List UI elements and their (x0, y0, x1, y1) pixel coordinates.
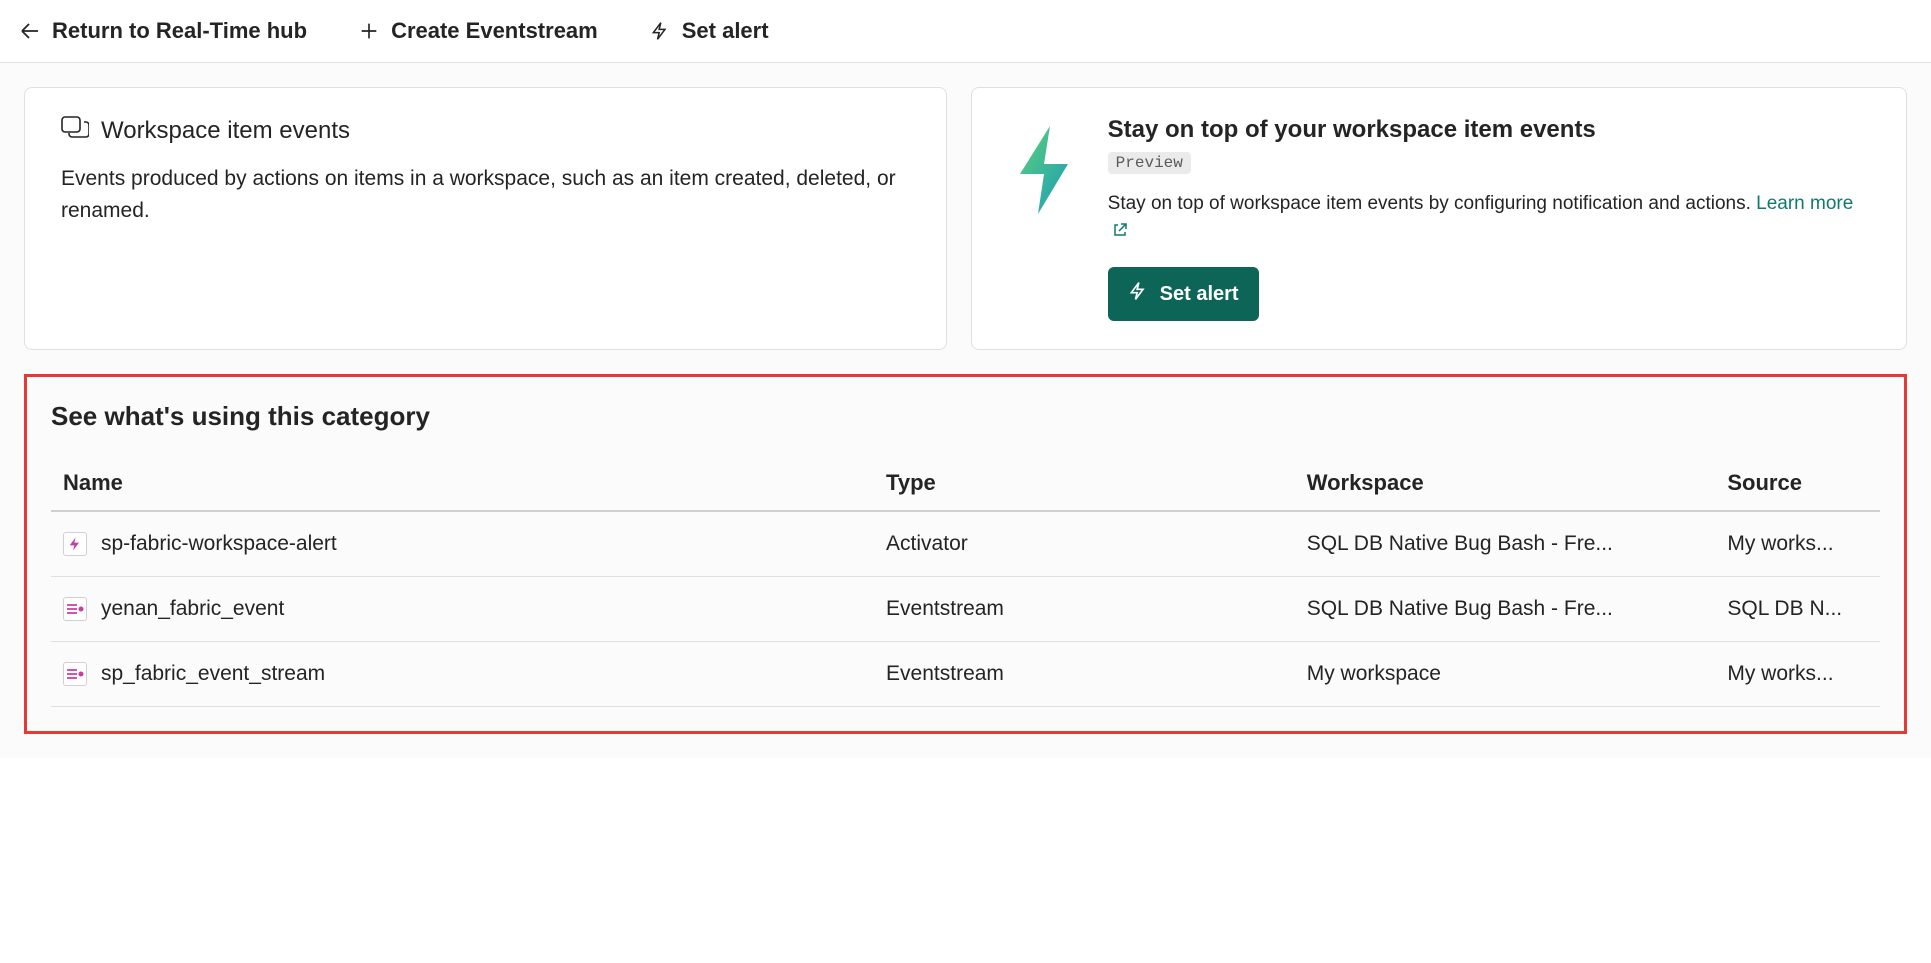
toolbar: Return to Real-Time hub Create Eventstre… (0, 0, 1931, 63)
create-eventstream-button[interactable]: Create Eventstream (347, 10, 608, 52)
return-label: Return to Real-Time hub (52, 18, 307, 44)
activator-icon (63, 532, 87, 556)
bolt-icon (648, 19, 672, 43)
card-title-row: Workspace item events (61, 116, 910, 145)
row-name: sp_fabric_event_stream (101, 662, 325, 686)
plus-icon (357, 19, 381, 43)
table-header-row: Name Type Workspace Source (51, 456, 1880, 511)
external-link-icon (1112, 219, 1128, 248)
cards-row: Workspace item events Events produced by… (24, 87, 1907, 350)
row-name: yenan_fabric_event (101, 597, 284, 621)
row-workspace: My workspace (1295, 642, 1716, 707)
column-type-header[interactable]: Type (874, 456, 1295, 511)
row-type: Eventstream (874, 642, 1295, 707)
row-workspace: SQL DB Native Bug Bash - Fre... (1295, 577, 1716, 642)
workspace-events-card: Workspace item events Events produced by… (24, 87, 947, 350)
content-area: Workspace item events Events produced by… (0, 63, 1931, 758)
alert-card-title: Stay on top of your workspace item event… (1108, 116, 1870, 144)
card-description: Events produced by actions on items in a… (61, 163, 910, 226)
usage-table: Name Type Workspace Source sp-fabric-wor… (51, 456, 1880, 707)
set-alert-button-label: Set alert (1160, 283, 1239, 306)
stack-icon (61, 116, 89, 145)
card-title: Workspace item events (101, 117, 350, 145)
section-title: See what's using this category (51, 401, 1880, 432)
row-type: Activator (874, 511, 1295, 577)
table-row[interactable]: sp_fabric_event_stream Eventstream My wo… (51, 642, 1880, 707)
bolt-icon (1128, 279, 1148, 309)
preview-badge: Preview (1108, 152, 1191, 174)
alert-card-description: Stay on top of workspace item events by … (1108, 190, 1870, 247)
table-row[interactable]: yenan_fabric_event Eventstream SQL DB Na… (51, 577, 1880, 642)
eventstream-icon (63, 597, 87, 621)
alert-label: Set alert (682, 18, 769, 44)
row-source: My works... (1715, 642, 1880, 707)
table-row[interactable]: sp-fabric-workspace-alert Activator SQL … (51, 511, 1880, 577)
row-source: My works... (1715, 511, 1880, 577)
row-name: sp-fabric-workspace-alert (101, 532, 337, 556)
return-to-hub-button[interactable]: Return to Real-Time hub (8, 10, 317, 52)
column-workspace-header[interactable]: Workspace (1295, 456, 1716, 511)
column-source-header[interactable]: Source (1715, 456, 1880, 511)
set-alert-toolbar-button[interactable]: Set alert (638, 10, 779, 52)
set-alert-button[interactable]: Set alert (1108, 267, 1259, 321)
eventstream-icon (63, 662, 87, 686)
card-right-content: Stay on top of your workspace item event… (1108, 116, 1870, 321)
column-name-header[interactable]: Name (51, 456, 874, 511)
row-source: SQL DB N... (1715, 577, 1880, 642)
create-label: Create Eventstream (391, 18, 598, 44)
set-alert-card: Stay on top of your workspace item event… (971, 87, 1907, 350)
row-type: Eventstream (874, 577, 1295, 642)
row-workspace: SQL DB Native Bug Bash - Fre... (1295, 511, 1716, 577)
bolt-graphic-icon (1008, 122, 1080, 223)
usage-section: See what's using this category Name Type… (24, 374, 1907, 734)
arrow-left-icon (18, 19, 42, 43)
